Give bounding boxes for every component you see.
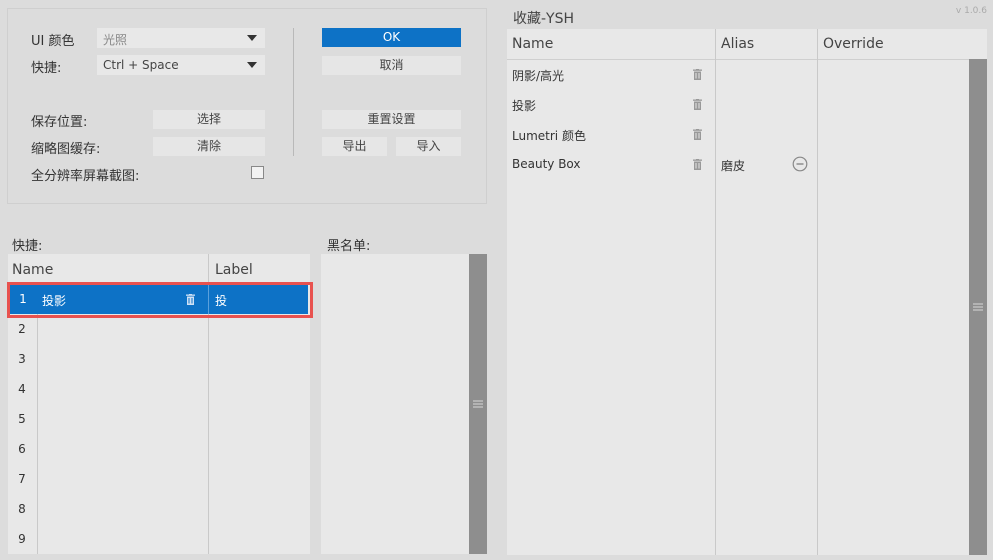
ui-color-dropdown[interactable]: 光照 xyxy=(97,28,265,48)
scroll-grip-icon xyxy=(973,303,983,311)
row-number: 7 xyxy=(18,472,26,486)
clear-cache-button[interactable]: 清除 xyxy=(153,137,265,156)
trash-icon[interactable] xyxy=(693,69,702,80)
shortcuts-col-label: Label xyxy=(215,262,253,278)
shortcut-key-label: 快捷: xyxy=(31,61,62,76)
shortcut-key-value: Ctrl + Space xyxy=(103,58,179,72)
shortcuts-col-name: Name xyxy=(12,262,54,278)
shortcut-name: 投影 xyxy=(42,294,67,308)
settings-divider xyxy=(293,28,294,156)
fullres-screenshot-label: 全分辨率屏幕截图: xyxy=(31,169,140,184)
trash-icon[interactable] xyxy=(693,129,702,140)
favorite-item-name[interactable]: 投影 xyxy=(512,97,536,114)
favorite-item-name[interactable]: Lumetri 颜色 xyxy=(512,127,586,144)
row-number: 2 xyxy=(18,322,26,336)
trash-icon[interactable] xyxy=(186,294,195,305)
shortcut-key-dropdown[interactable]: Ctrl + Space xyxy=(97,55,265,75)
import-button[interactable]: 导入 xyxy=(396,137,461,156)
shortcuts-num-divider xyxy=(37,314,38,554)
favorites-col-alias: Alias xyxy=(721,36,755,52)
trash-icon[interactable] xyxy=(693,99,702,110)
dropdown-caret-icon xyxy=(247,62,257,68)
favorite-item-name[interactable]: Beauty Box xyxy=(512,157,581,171)
blacklist-list xyxy=(321,254,487,554)
select-location-button[interactable]: 选择 xyxy=(153,110,265,129)
favorites-table xyxy=(507,29,987,555)
dropdown-caret-icon xyxy=(247,35,257,41)
ui-color-label: UI 颜色 xyxy=(31,34,75,49)
favorites-col-divider xyxy=(817,29,818,555)
favorites-scrollbar[interactable] xyxy=(969,59,987,555)
save-location-label: 保存位置: xyxy=(31,115,88,130)
blacklist-scrollbar[interactable] xyxy=(469,254,487,554)
fullres-screenshot-checkbox[interactable] xyxy=(251,166,264,179)
ok-button[interactable]: OK xyxy=(322,28,461,47)
remove-circle-icon[interactable] xyxy=(792,156,808,172)
blacklist-title: 黑名单: xyxy=(327,239,371,254)
favorites-col-override: Override xyxy=(823,36,884,52)
favorites-header-line xyxy=(507,59,969,60)
version-label: v 1.0.6 xyxy=(955,6,987,16)
shortcut-label: 投 xyxy=(215,294,228,308)
favorite-item-name[interactable]: 阴影/高光 xyxy=(512,67,564,84)
reset-settings-button[interactable]: 重置设置 xyxy=(322,110,461,129)
favorites-col-divider xyxy=(715,29,716,555)
shortcuts-title: 快捷: xyxy=(12,239,43,254)
row-number: 4 xyxy=(18,382,26,396)
row-number: 9 xyxy=(18,532,26,546)
ui-color-value: 光照 xyxy=(103,33,128,47)
favorites-title: 收藏-YSH xyxy=(513,11,575,27)
cancel-button[interactable]: 取消 xyxy=(322,56,461,75)
row-number: 5 xyxy=(18,412,26,426)
row-number: 8 xyxy=(18,502,26,516)
favorite-item-alias[interactable]: 磨皮 xyxy=(721,157,745,174)
export-button[interactable]: 导出 xyxy=(322,137,387,156)
row-number: 6 xyxy=(18,442,26,456)
row-number: 1 xyxy=(19,292,27,306)
row-number: 3 xyxy=(18,352,26,366)
thumbnail-cache-label: 缩略图缓存: xyxy=(31,142,101,157)
selected-col-divider xyxy=(208,285,209,314)
scroll-grip-icon xyxy=(473,400,483,408)
favorites-col-name: Name xyxy=(512,36,554,52)
trash-icon[interactable] xyxy=(693,159,702,170)
